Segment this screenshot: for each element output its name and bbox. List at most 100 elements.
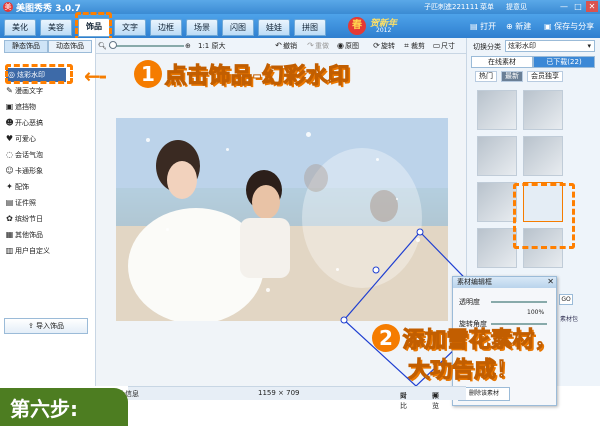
- tab-scene[interactable]: 场景: [186, 19, 218, 36]
- material-thumbnail[interactable]: [523, 90, 563, 130]
- sidebar-item-speech-bubble[interactable]: ◌ 会话气泡: [4, 148, 92, 162]
- material-thumbnail[interactable]: [477, 182, 517, 222]
- tab-doll[interactable]: 娃娃: [258, 19, 290, 36]
- sidebar-item-label: 漫画文字: [15, 87, 43, 95]
- go-button[interactable]: GO: [559, 294, 573, 305]
- original-size-button[interactable]: 1:1 原大: [198, 40, 226, 52]
- step1-number: 1: [134, 60, 162, 88]
- zoom-slider-knob[interactable]: [109, 41, 117, 49]
- feedback-button[interactable]: 提意见: [506, 2, 527, 12]
- zoom-slider-track[interactable]: [109, 45, 184, 47]
- category-icon: ✿: [6, 214, 13, 223]
- sidebar-item-cartoon[interactable]: ☺卡通形象: [4, 164, 92, 178]
- subtab-vip[interactable]: 会员独享: [527, 71, 563, 82]
- sidebar-item-label: 证件照: [15, 199, 36, 207]
- right-highlight-box: [513, 183, 575, 249]
- sidebar-item-cute-heart[interactable]: ♥ 可爱心: [4, 132, 92, 146]
- opacity-label: 透明度: [459, 298, 480, 306]
- window-controls: — □ ✕: [558, 1, 598, 12]
- menu-button[interactable]: 菜单: [480, 2, 494, 12]
- tab-text[interactable]: 文字: [114, 19, 146, 36]
- sidebar-item-custom[interactable]: ▥ 用户自定义: [4, 244, 92, 258]
- close-button[interactable]: ✕: [586, 1, 598, 12]
- rotate-button[interactable]: ⟳旋转: [372, 40, 395, 52]
- step1-text: 点击饰品-幻彩水印: [164, 64, 350, 90]
- sidebar-item-funny[interactable]: ☻开心恶搞: [4, 116, 92, 130]
- subtab-dynamic[interactable]: 动态饰品: [48, 40, 92, 53]
- banner-year: 2012: [376, 27, 392, 34]
- step2-number: 2: [372, 324, 400, 352]
- save-icon: ▣: [544, 22, 555, 31]
- new-year-banner: 春 贺新年 2012: [340, 15, 410, 37]
- sidebar-item-label: 用户自定义: [15, 247, 50, 255]
- sidebar-item-other[interactable]: ▦ 其他饰品: [4, 228, 92, 242]
- category-icon: ▣: [5, 102, 14, 111]
- switch-category-label: 切换分类: [473, 43, 501, 51]
- save-share-button[interactable]: ▣ 保存与分享: [544, 20, 594, 33]
- minimize-button[interactable]: —: [558, 1, 570, 12]
- folder-icon: ▤: [470, 22, 481, 31]
- annotation-step2: 2 添加雪花素材， 大功告成！: [372, 322, 557, 384]
- open-button[interactable]: ▤ 打开: [470, 20, 496, 33]
- tab-skin[interactable]: 美容: [40, 19, 72, 36]
- sidebar-item-label: 卡通形象: [15, 167, 43, 175]
- material-thumbnail[interactable]: [523, 136, 563, 176]
- sidebar-item-id-photo[interactable]: ▤ 证件照: [4, 196, 92, 210]
- tab-frame[interactable]: 边框: [150, 19, 182, 36]
- zoom-out-icon[interactable]: 🔍︎: [98, 40, 107, 52]
- editor-close-icon[interactable]: ✕: [547, 277, 554, 286]
- sidebar-item-cover[interactable]: ▣ 遮挡物: [4, 100, 92, 114]
- category-icon: ☻: [5, 118, 14, 127]
- category-icon: ✎: [6, 86, 13, 95]
- toolbar: 🔍︎ ⊕ 1:1 原大 ↶撤销 ↷重做 ◉原图 ⟳旋转 ⌗ 裁剪 ▭尺寸: [96, 38, 466, 54]
- import-icon: ⇪: [27, 322, 37, 330]
- material-thumbnail[interactable]: [477, 90, 517, 130]
- zoom-in-icon[interactable]: ⊕: [185, 40, 191, 52]
- undo-icon: ↶: [275, 41, 282, 50]
- rotate-icon: ⟳: [373, 41, 380, 50]
- tab-online-materials[interactable]: 在线素材: [471, 56, 533, 68]
- tab-downloaded-materials[interactable]: 已下载(22): [533, 56, 595, 68]
- opacity-slider[interactable]: [491, 301, 547, 303]
- redo-button[interactable]: ↷重做: [306, 40, 329, 52]
- sidebar-item-festival[interactable]: ✿ 缤纷节日: [4, 212, 92, 226]
- material-thumbnail[interactable]: [477, 228, 517, 268]
- material-thumbnail[interactable]: [477, 136, 517, 176]
- tab-flash[interactable]: 闪图: [222, 19, 254, 36]
- new-button[interactable]: ⊕ 新建: [506, 20, 531, 33]
- left-panel: 静态饰品 动态饰品 ◎ 炫彩水印 ✎ 漫画文字 ▣ 遮挡物 ☻开心恶搞 ♥ 可爱心 ◌ 会话气泡 ☺卡…: [0, 38, 96, 386]
- original-image-button[interactable]: ◉原图: [336, 40, 359, 52]
- redo-icon: ↷: [307, 41, 314, 50]
- sidebar-item-comic-text[interactable]: ✎ 漫画文字: [4, 84, 92, 98]
- spring-icon: 春: [348, 17, 366, 35]
- undo-button[interactable]: ↶撤销: [274, 40, 297, 52]
- maximize-button[interactable]: □: [572, 1, 584, 12]
- category-icon: ♥: [5, 134, 14, 143]
- subtab-newest[interactable]: 最新: [501, 71, 523, 82]
- eye-icon: ◉: [337, 41, 344, 50]
- sidebar-item-label: 配饰: [15, 183, 29, 191]
- tab-beautify[interactable]: 美化: [4, 19, 36, 36]
- crop-button[interactable]: ⌗ 裁剪: [402, 40, 425, 52]
- user-name[interactable]: 子匹刺進221111: [424, 2, 479, 12]
- sidebar-item-label: 其他饰品: [15, 231, 43, 239]
- sidebar-item-accessory[interactable]: ✦ 配饰: [4, 180, 92, 194]
- category-icon: ☺: [5, 166, 14, 175]
- category-icon: ◌: [6, 150, 13, 159]
- import-accessory-button[interactable]: ⇪ 导入饰品: [4, 318, 88, 334]
- subtab-static[interactable]: 静态饰品: [4, 40, 48, 53]
- plus-icon: ⊕: [506, 22, 516, 31]
- step2-text-line2: 大功告成！: [407, 358, 519, 384]
- resize-button[interactable]: ▭尺寸: [432, 40, 455, 52]
- material-pack-link[interactable]: 素材包: [560, 314, 578, 323]
- sidebar-item-label: 开心恶搞: [15, 119, 43, 127]
- tab-collage[interactable]: 拼图: [294, 19, 326, 36]
- sidebar-item-label: 遮挡物: [15, 103, 36, 111]
- sidebar-item-label: 缤纷节日: [15, 215, 43, 223]
- category-icon: ▥: [5, 246, 14, 255]
- editor-title: 素材编辑框: [453, 277, 556, 288]
- category-icon: ✦: [6, 182, 13, 191]
- subtab-hot[interactable]: 热门: [475, 71, 497, 82]
- left-highlight-box: [5, 64, 73, 84]
- category-select[interactable]: 炫彩水印 ▾: [505, 40, 595, 52]
